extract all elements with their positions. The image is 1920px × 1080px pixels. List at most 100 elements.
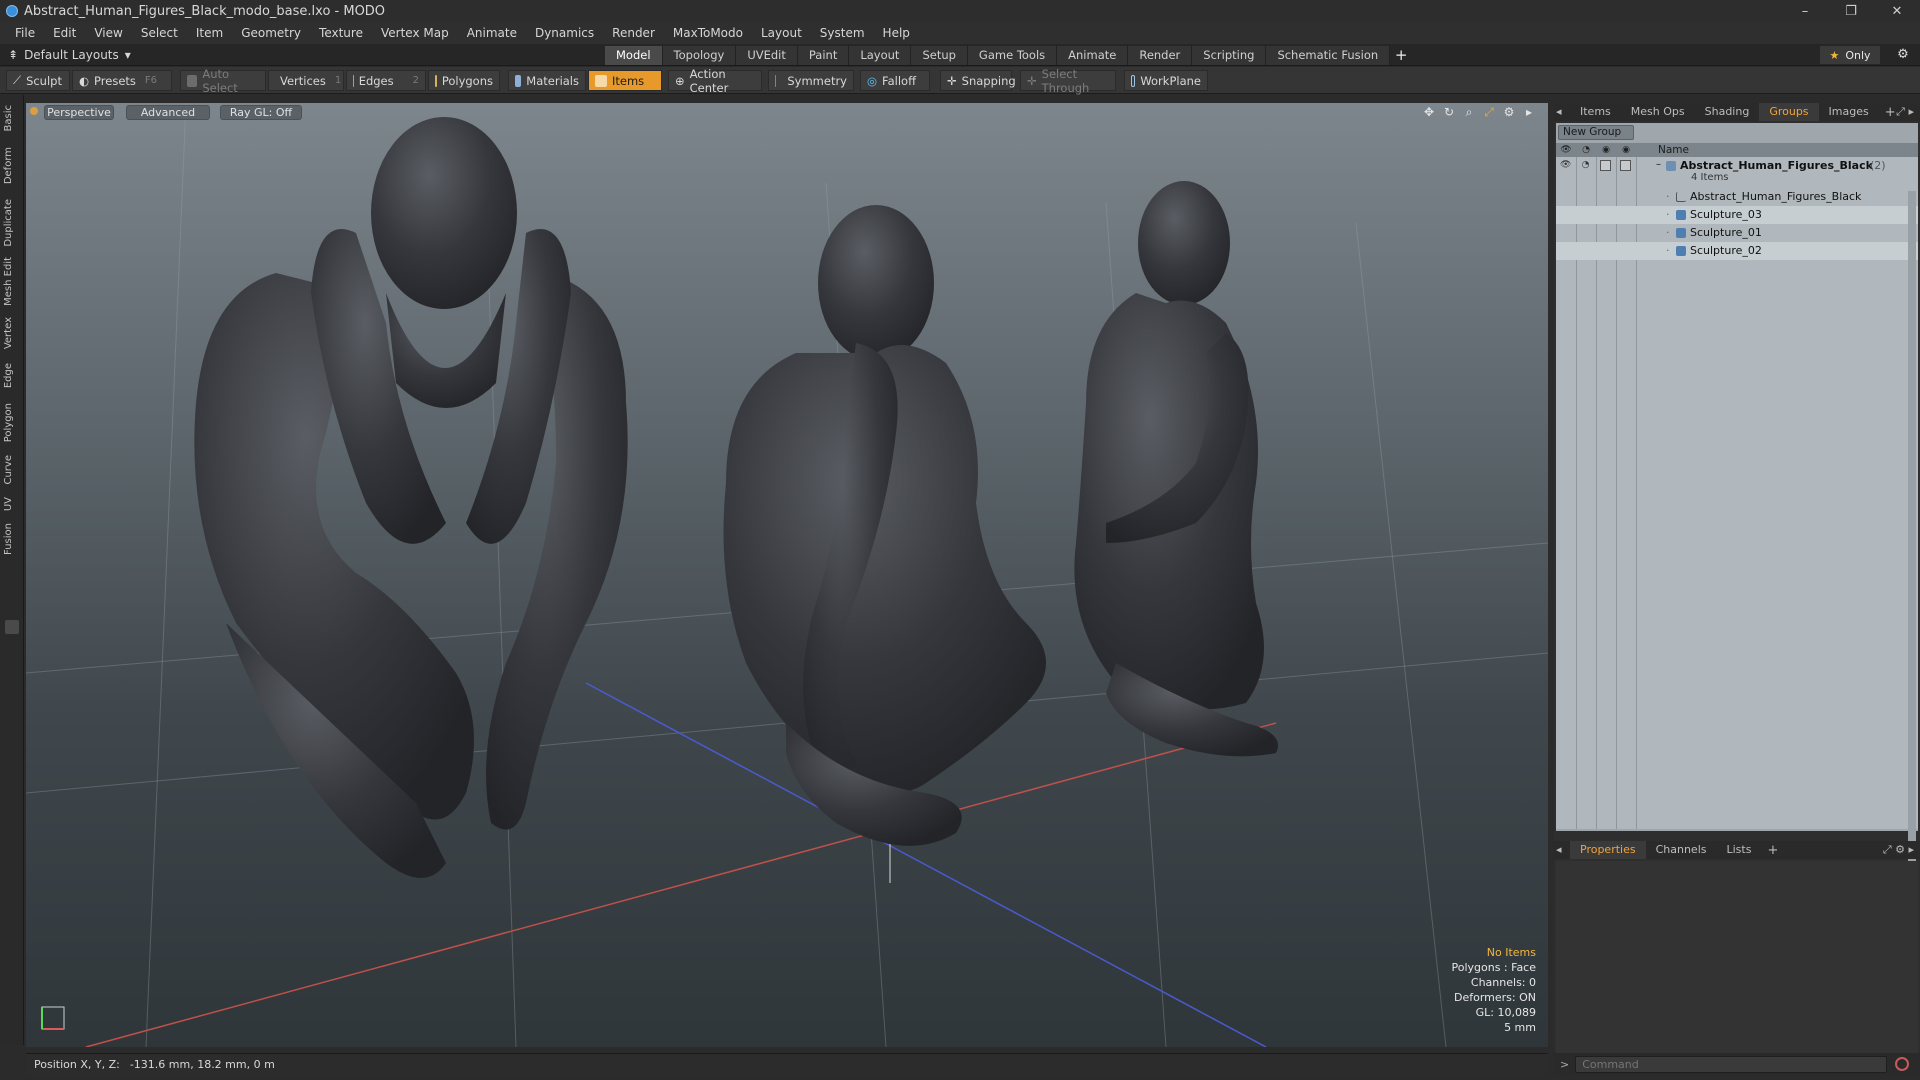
gear-icon[interactable]: ⚙ <box>1894 46 1912 64</box>
list-item[interactable]: · Sculpture_01 <box>1556 224 1918 242</box>
symmetry-button[interactable]: Symmetry <box>768 70 854 91</box>
tab-properties[interactable]: Properties <box>1570 841 1646 859</box>
tab-images[interactable]: Images <box>1819 103 1879 121</box>
vtab-uv[interactable]: UV <box>3 497 21 511</box>
vtab-curve[interactable]: Curve <box>3 455 21 485</box>
vtab-deform[interactable]: Deform <box>3 147 21 184</box>
menu-select[interactable]: Select <box>132 22 187 44</box>
menu-dynamics[interactable]: Dynamics <box>526 22 603 44</box>
tab-layout[interactable]: Layout <box>849 46 912 65</box>
select-toggle[interactable] <box>1620 160 1631 171</box>
default-layouts-dropdown[interactable]: ⇞ Default Layouts ▾ <box>8 46 131 64</box>
zoom-icon[interactable]: ⌕ <box>1462 105 1476 119</box>
list-scrollbar[interactable] <box>1908 191 1916 863</box>
panel-arrow-icon[interactable]: ◂ <box>1554 103 1570 121</box>
group-row[interactable]: 👁 ◔ – Abstract_Human_Figures_Black (2) 4… <box>1556 157 1918 187</box>
presets-button[interactable]: ◐ Presets F6 <box>72 70 172 91</box>
tab-scripting[interactable]: Scripting <box>1192 46 1267 65</box>
advanced-button[interactable]: Advanced <box>126 105 210 120</box>
items-button[interactable]: Items <box>588 70 662 91</box>
vtab-vertex[interactable]: Vertex <box>3 317 21 349</box>
auto-select-button[interactable]: Auto Select <box>180 67 266 95</box>
sculpture-figure-middle[interactable] <box>723 205 1047 846</box>
3d-viewport[interactable]: No Items Polygons : Face Channels: 0 Def… <box>26 103 1548 1047</box>
tab-mesh-ops[interactable]: Mesh Ops <box>1621 103 1695 121</box>
menu-animate[interactable]: Animate <box>458 22 526 44</box>
vtab-fusion[interactable]: Fusion <box>3 523 21 555</box>
lock-header-icon[interactable]: ◔ <box>1576 143 1596 157</box>
add-layout-tab-button[interactable]: + <box>1390 46 1412 65</box>
tab-game-tools[interactable]: Game Tools <box>967 46 1058 65</box>
minimize-button[interactable]: – <box>1782 0 1828 22</box>
viewport-arrow-icon[interactable]: ▸ <box>1522 105 1536 119</box>
tab-schematic-fusion[interactable]: Schematic Fusion <box>1266 46 1391 65</box>
command-input[interactable] <box>1575 1055 1888 1073</box>
vtab-basic[interactable]: Basic <box>3 105 21 131</box>
sculpture-figure-left[interactable] <box>194 117 628 878</box>
collapse-icon[interactable]: – <box>1656 159 1661 170</box>
tab-items[interactable]: Items <box>1570 103 1621 121</box>
polygons-button[interactable]: Polygons <box>428 70 500 91</box>
lock-icon[interactable]: ◔ <box>1580 160 1591 171</box>
new-group-button[interactable]: New Group <box>1558 125 1634 140</box>
tab-animate[interactable]: Animate <box>1057 46 1129 65</box>
vtab-duplicate[interactable]: Duplicate <box>3 199 21 247</box>
tab-uvedit[interactable]: UVEdit <box>736 46 798 65</box>
record-icon[interactable] <box>1895 1057 1910 1071</box>
eye-icon[interactable]: 👁 <box>1560 160 1571 171</box>
expand-icon[interactable]: ⤢ ▸ <box>1896 105 1914 119</box>
tab-channels[interactable]: Channels <box>1646 841 1717 859</box>
tab-render[interactable]: Render <box>1128 46 1193 65</box>
menu-layout[interactable]: Layout <box>752 22 811 44</box>
menu-file[interactable]: File <box>6 22 44 44</box>
panel-arrow-icon[interactable]: ◂ <box>1554 841 1570 859</box>
menu-render[interactable]: Render <box>603 22 664 44</box>
list-item[interactable]: · Sculpture_02 <box>1556 242 1918 260</box>
vertices-button[interactable]: Vertices 1 <box>268 70 344 91</box>
list-item[interactable]: · Abstract_Human_Figures_Black <box>1556 188 1918 206</box>
sculpt-button[interactable]: ⟋ Sculpt <box>6 70 70 91</box>
tab-model[interactable]: Model <box>605 46 663 65</box>
list-item[interactable]: · Sculpture_03 <box>1556 206 1918 224</box>
tab-lists[interactable]: Lists <box>1717 841 1762 859</box>
rotate-icon[interactable]: ↻ <box>1442 105 1456 119</box>
menu-geometry[interactable]: Geometry <box>232 22 310 44</box>
menu-texture[interactable]: Texture <box>310 22 372 44</box>
materials-button[interactable]: Materials <box>508 70 586 91</box>
edges-button[interactable]: Edges 2 <box>346 70 426 91</box>
pan-icon[interactable]: ✥ <box>1422 105 1436 119</box>
tab-topology[interactable]: Topology <box>662 46 737 65</box>
menu-help[interactable]: Help <box>874 22 919 44</box>
tab-paint[interactable]: Paint <box>797 46 850 65</box>
menu-view[interactable]: View <box>85 22 131 44</box>
expand-icon[interactable]: ⤢ ⚙ ▸ <box>1883 843 1914 857</box>
menu-vertex-map[interactable]: Vertex Map <box>372 22 458 44</box>
render-toggle[interactable] <box>1600 160 1611 171</box>
falloff-button[interactable]: ◎ Falloff <box>860 70 930 91</box>
action-center-button[interactable]: ⊕ Action Center <box>668 67 762 95</box>
menu-edit[interactable]: Edit <box>44 22 85 44</box>
name-column-header[interactable]: Name <box>1658 143 1689 157</box>
close-button[interactable]: ✕ <box>1874 0 1920 22</box>
raygl-button[interactable]: Ray GL: Off <box>220 105 302 120</box>
maximize-button[interactable]: ❐ <box>1828 0 1874 22</box>
perspective-button[interactable]: Perspective <box>44 105 114 120</box>
vtab-edge[interactable]: Edge <box>3 363 21 388</box>
fit-icon[interactable]: ⤢ <box>1482 105 1496 119</box>
snapping-button[interactable]: ✛ Snapping <box>940 70 1016 91</box>
tab-shading[interactable]: Shading <box>1695 103 1760 121</box>
render-header-icon[interactable]: ◉ <box>1596 143 1616 157</box>
only-toggle[interactable]: ★ Only <box>1820 46 1880 64</box>
menu-system[interactable]: System <box>811 22 874 44</box>
vtab-polygon[interactable]: Polygon <box>3 403 21 442</box>
tab-groups[interactable]: Groups <box>1759 103 1819 121</box>
select-header-icon[interactable]: ◉ <box>1616 143 1636 157</box>
tab-setup[interactable]: Setup <box>911 46 968 65</box>
viewport-settings-icon[interactable]: ⚙ <box>1502 105 1516 119</box>
select-through-button[interactable]: ✛ Select Through <box>1020 67 1116 95</box>
add-properties-tab-button[interactable]: + <box>1761 843 1784 858</box>
menu-item[interactable]: Item <box>187 22 232 44</box>
menu-maxtomodo[interactable]: MaxToModo <box>664 22 752 44</box>
visibility-header-icon[interactable]: 👁 <box>1556 143 1576 157</box>
workplane-button[interactable]: WorkPlane <box>1124 70 1208 91</box>
